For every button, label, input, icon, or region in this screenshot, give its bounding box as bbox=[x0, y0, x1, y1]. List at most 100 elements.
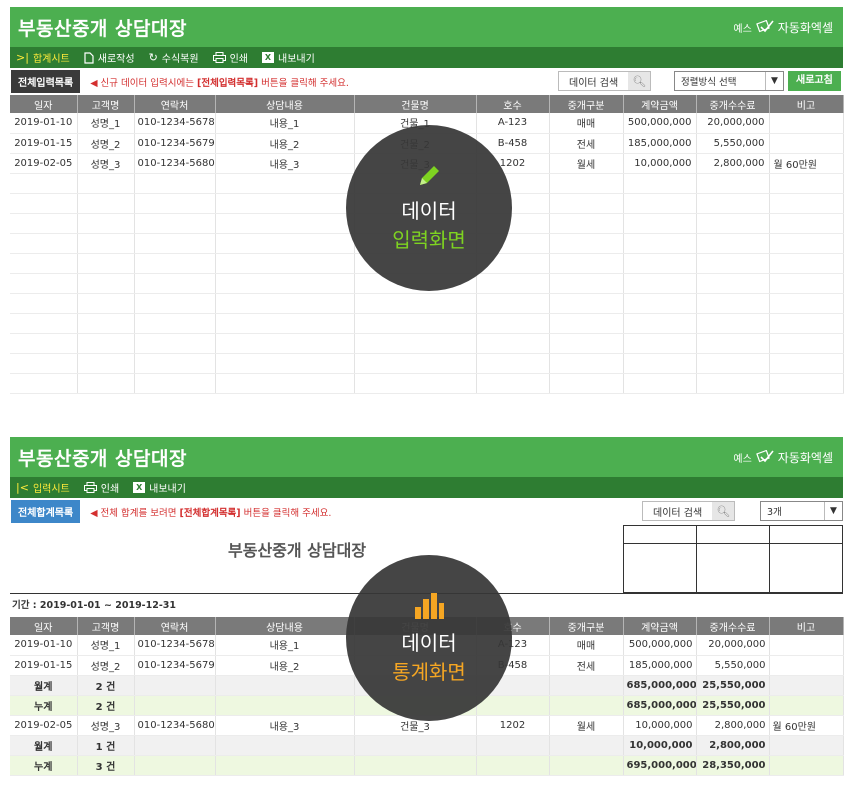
table-cell bbox=[769, 755, 844, 776]
table-cell bbox=[769, 273, 844, 294]
empty-row[interactable] bbox=[10, 313, 844, 334]
brand-name: 자동화엑셀 bbox=[777, 450, 833, 465]
toolbar-restore-formula[interactable]: ↻ 수식복원 bbox=[149, 50, 199, 65]
toolbar-input-sheet[interactable]: |< 입력시트 bbox=[16, 480, 70, 495]
table-cell bbox=[549, 173, 624, 194]
toolbar-export[interactable]: X 내보내기 bbox=[262, 50, 315, 65]
toolbar-summary-sheet[interactable]: >| 합계시트 bbox=[16, 50, 70, 65]
monthly-total-row[interactable]: 월계 1 건 10,000,000 2,800,000 bbox=[10, 735, 844, 756]
app-title: 부동산중개 상담대장 bbox=[18, 447, 187, 470]
table-cell bbox=[10, 233, 78, 254]
table-cell: 500,000,000 bbox=[623, 113, 697, 134]
table-cell: 성명_1 bbox=[77, 113, 135, 134]
total-label: 월계 bbox=[10, 675, 78, 696]
table-cell bbox=[769, 695, 844, 716]
table-cell: 성명_2 bbox=[77, 133, 135, 154]
input-screen-panel: 부동산중개 상담대장 예스 자동화엑셀 >| 합계시트 새로작성 ↻ 수식복원 인쇄… bbox=[10, 7, 844, 407]
overlay-line2: 입력화면 bbox=[392, 228, 466, 252]
cumulative-total-row[interactable]: 누계 3 건 695,000,000 28,350,000 bbox=[10, 755, 844, 776]
table-cell bbox=[769, 635, 844, 656]
table-cell: 2,800,000 bbox=[696, 715, 770, 736]
toolbar-print[interactable]: 인쇄 bbox=[212, 50, 248, 65]
search-icon[interactable]: 🔍︎ bbox=[712, 502, 735, 520]
empty-row[interactable] bbox=[10, 353, 844, 374]
excel-icon: X bbox=[262, 52, 274, 63]
count-select[interactable]: 3개 ▼ bbox=[760, 501, 843, 521]
table-cell bbox=[476, 313, 550, 334]
column-header: 계약금액 bbox=[623, 617, 697, 635]
table-cell bbox=[549, 253, 624, 274]
table-cell bbox=[215, 293, 355, 314]
total-fee: 2,800,000 bbox=[696, 735, 770, 756]
search-icon[interactable]: 🔍︎ bbox=[628, 72, 651, 90]
toolbar-export[interactable]: X 내보내기 bbox=[133, 480, 186, 495]
overlay-line1: 데이터 bbox=[401, 199, 457, 223]
table-cell bbox=[696, 293, 770, 314]
column-header: 연락처 bbox=[134, 95, 216, 113]
chevron-down-icon[interactable]: ▼ bbox=[765, 72, 783, 90]
brand-logo: 예스 자동화엑셀 bbox=[733, 19, 833, 36]
table-cell bbox=[77, 313, 135, 334]
table-cell bbox=[549, 213, 624, 234]
brand-logo: 예스 자동화엑셀 bbox=[733, 449, 833, 466]
table-cell bbox=[549, 193, 624, 214]
empty-row[interactable] bbox=[10, 373, 844, 394]
table-cell bbox=[134, 293, 216, 314]
table-cell bbox=[769, 213, 844, 234]
table-cell bbox=[696, 273, 770, 294]
column-header: 고객명 bbox=[77, 617, 135, 635]
table-cell bbox=[215, 273, 355, 294]
table-cell: 2019-01-15 bbox=[10, 655, 78, 676]
all-input-list-button[interactable]: 전체입력목록 bbox=[11, 70, 81, 93]
table-cell bbox=[769, 675, 844, 696]
search-label: 데이터 검색 bbox=[653, 507, 703, 519]
count-select-value: 3개 bbox=[767, 507, 782, 518]
table-cell bbox=[215, 313, 355, 334]
table-cell bbox=[769, 253, 844, 274]
total-label: 누계 bbox=[10, 755, 78, 776]
table-cell bbox=[134, 313, 216, 334]
table-cell bbox=[215, 253, 355, 274]
overlay-line2: 통계화면 bbox=[392, 660, 466, 684]
table-cell bbox=[134, 675, 216, 696]
approval-box bbox=[623, 525, 843, 593]
table-cell: 2,800,000 bbox=[696, 153, 770, 174]
table-cell bbox=[77, 233, 135, 254]
table-cell bbox=[134, 373, 216, 394]
overlay-stats-badge: 데이터 통계화면 bbox=[346, 555, 512, 721]
toolbar-print[interactable]: 인쇄 bbox=[83, 480, 119, 495]
table-cell bbox=[696, 193, 770, 214]
table-cell bbox=[354, 755, 477, 776]
table-cell: 성명_2 bbox=[77, 655, 135, 676]
table-cell: 매매 bbox=[549, 113, 624, 134]
table-cell bbox=[623, 273, 697, 294]
table-cell: 내용_3 bbox=[215, 715, 355, 736]
table-cell: 내용_2 bbox=[215, 655, 355, 676]
table-cell bbox=[549, 333, 624, 354]
table-cell bbox=[215, 735, 355, 756]
table-cell bbox=[354, 735, 477, 756]
total-fee: 25,550,000 bbox=[696, 675, 770, 696]
sort-select-value: 정렬방식 선택 bbox=[681, 77, 737, 88]
table-cell bbox=[77, 213, 135, 234]
data-search-box[interactable]: 데이터 검색 🔍︎ bbox=[642, 501, 736, 521]
table-cell: 10,000,000 bbox=[623, 715, 697, 736]
table-cell bbox=[549, 695, 624, 716]
table-cell bbox=[549, 233, 624, 254]
table-cell: 성명_1 bbox=[77, 635, 135, 656]
sort-select[interactable]: 정렬방식 선택 ▼ bbox=[674, 71, 784, 91]
all-summary-list-button[interactable]: 전체합계목록 bbox=[11, 500, 81, 523]
toolbar-new[interactable]: 새로작성 bbox=[84, 50, 135, 65]
table-cell: 내용_1 bbox=[215, 113, 355, 134]
table-cell bbox=[354, 333, 477, 354]
empty-row[interactable] bbox=[10, 333, 844, 354]
data-search-box[interactable]: 데이터 검색 🔍︎ bbox=[558, 71, 652, 91]
refresh-button[interactable]: 새로고침 bbox=[788, 71, 841, 91]
column-header: 계약금액 bbox=[623, 95, 697, 113]
empty-row[interactable] bbox=[10, 293, 844, 314]
brand-prefix: 예스 bbox=[733, 453, 752, 465]
title-bar: 부동산중개 상담대장 예스 자동화엑셀 bbox=[10, 437, 843, 477]
chevron-down-icon[interactable]: ▼ bbox=[824, 502, 842, 520]
table-cell bbox=[696, 213, 770, 234]
table-cell bbox=[215, 193, 355, 214]
